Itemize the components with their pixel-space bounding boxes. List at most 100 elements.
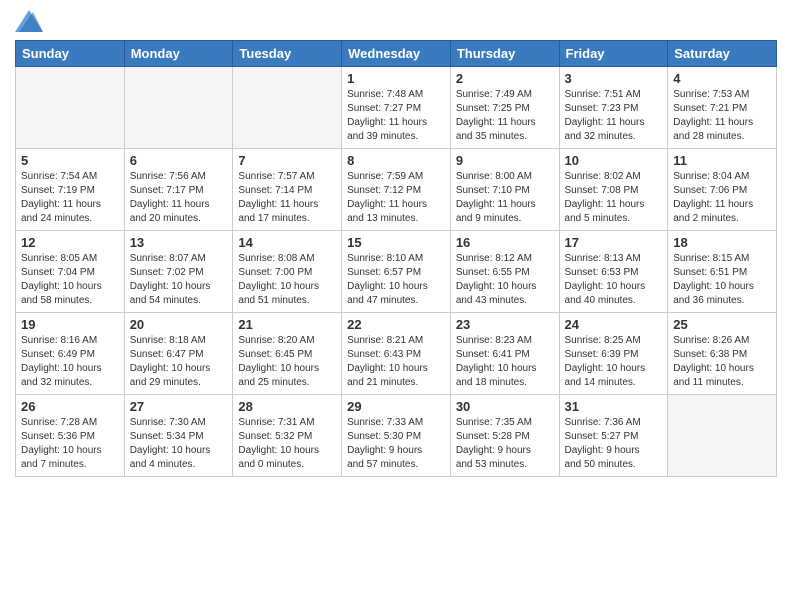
day-info: Sunrise: 7:54 AM Sunset: 7:19 PM Dayligh… [21,170,119,226]
day-info: Sunrise: 8:26 AM Sunset: 6:38 PM Dayligh… [673,334,771,390]
day-info: Sunrise: 8:18 AM Sunset: 6:47 PM Dayligh… [130,334,228,390]
day-info: Sunrise: 8:21 AM Sunset: 6:43 PM Dayligh… [347,334,445,390]
day-info: Sunrise: 8:05 AM Sunset: 7:04 PM Dayligh… [21,252,119,308]
calendar-cell: 17 Sunrise: 8:13 AM Sunset: 6:53 PM Dayli… [559,231,668,313]
day-header-wednesday: Wednesday [342,41,451,67]
calendar-cell: 6 Sunrise: 7:56 AM Sunset: 7:17 PM Daylig… [124,149,233,231]
calendar-week-5: 26Sunrise: 7:28 AM Sunset: 5:36 PM Dayli… [16,395,777,477]
day-number: 27 [130,399,228,414]
calendar-cell: 8Sunrise: 7:59 AM Sunset: 7:12 PM Daylig… [342,149,451,231]
day-info: Sunrise: 8:00 AM Sunset: 7:10 PM Dayligh… [456,170,554,226]
calendar-cell: 29 Sunrise: 7:33 AM Sunset: 5:30 PM Dayli… [342,395,451,477]
day-info: Sunrise: 7:48 AM Sunset: 7:27 PM Dayligh… [347,88,445,144]
day-info: Sunrise: 8:10 AM Sunset: 6:57 PM Dayligh… [347,252,445,308]
day-number: 2 [456,71,554,86]
day-info: Sunrise: 7:53 AM Sunset: 7:21 PM Dayligh… [673,88,771,144]
calendar-cell: 30Sunrise: 7:35 AM Sunset: 5:28 PM Dayli… [450,395,559,477]
calendar-week-1: 1Sunrise: 7:48 AM Sunset: 7:27 PM Daylig… [16,67,777,149]
day-info: Sunrise: 8:12 AM Sunset: 6:55 PM Dayligh… [456,252,554,308]
calendar-table: SundayMondayTuesdayWednesdayThursdayFrid… [15,40,777,477]
calendar-cell: 4 Sunrise: 7:53 AM Sunset: 7:21 PM Daylig… [668,67,777,149]
day-info: Sunrise: 8:16 AM Sunset: 6:49 PM Dayligh… [21,334,119,390]
day-number: 30 [456,399,554,414]
day-number: 20 [130,317,228,332]
day-header-sunday: Sunday [16,41,125,67]
day-header-tuesday: Tuesday [233,41,342,67]
calendar-cell: 3Sunrise: 7:51 AM Sunset: 7:23 PM Daylig… [559,67,668,149]
day-number: 14 [238,235,336,250]
calendar-cell [668,395,777,477]
calendar-cell: 28 Sunrise: 7:31 AM Sunset: 5:32 PM Dayli… [233,395,342,477]
calendar-cell: 16 Sunrise: 8:12 AM Sunset: 6:55 PM Dayli… [450,231,559,313]
day-number: 24 [565,317,663,332]
calendar-cell: 11Sunrise: 8:04 AM Sunset: 7:06 PM Dayli… [668,149,777,231]
day-info: Sunrise: 7:36 AM Sunset: 5:27 PM Dayligh… [565,416,663,472]
day-number: 25 [673,317,771,332]
calendar-cell [124,67,233,149]
day-info: Sunrise: 8:23 AM Sunset: 6:41 PM Dayligh… [456,334,554,390]
day-number: 7 [238,153,336,168]
calendar-cell: 2 Sunrise: 7:49 AM Sunset: 7:25 PM Daylig… [450,67,559,149]
calendar-cell: 5 Sunrise: 7:54 AM Sunset: 7:19 PM Daylig… [16,149,125,231]
calendar-cell: 27Sunrise: 7:30 AM Sunset: 5:34 PM Dayli… [124,395,233,477]
calendar-week-4: 19 Sunrise: 8:16 AM Sunset: 6:49 PM Dayli… [16,313,777,395]
logo-icon [15,10,43,32]
day-number: 10 [565,153,663,168]
logo [15,10,45,32]
calendar-cell: 23 Sunrise: 8:23 AM Sunset: 6:41 PM Dayli… [450,313,559,395]
day-info: Sunrise: 8:02 AM Sunset: 7:08 PM Dayligh… [565,170,663,226]
calendar-cell: 24 Sunrise: 8:25 AM Sunset: 6:39 PM Dayli… [559,313,668,395]
day-header-thursday: Thursday [450,41,559,67]
day-info: Sunrise: 8:13 AM Sunset: 6:53 PM Dayligh… [565,252,663,308]
day-header-saturday: Saturday [668,41,777,67]
day-info: Sunrise: 7:57 AM Sunset: 7:14 PM Dayligh… [238,170,336,226]
day-number: 26 [21,399,119,414]
page: SundayMondayTuesdayWednesdayThursdayFrid… [0,0,792,612]
day-info: Sunrise: 7:56 AM Sunset: 7:17 PM Dayligh… [130,170,228,226]
day-number: 17 [565,235,663,250]
day-number: 6 [130,153,228,168]
day-header-monday: Monday [124,41,233,67]
day-number: 5 [21,153,119,168]
calendar-cell: 19 Sunrise: 8:16 AM Sunset: 6:49 PM Dayli… [16,313,125,395]
day-info: Sunrise: 7:31 AM Sunset: 5:32 PM Dayligh… [238,416,336,472]
calendar-cell: 13 Sunrise: 8:07 AM Sunset: 7:02 PM Dayli… [124,231,233,313]
day-info: Sunrise: 7:49 AM Sunset: 7:25 PM Dayligh… [456,88,554,144]
day-number: 19 [21,317,119,332]
calendar-cell [16,67,125,149]
day-number: 22 [347,317,445,332]
calendar-cell: 14Sunrise: 8:08 AM Sunset: 7:00 PM Dayli… [233,231,342,313]
day-info: Sunrise: 8:07 AM Sunset: 7:02 PM Dayligh… [130,252,228,308]
calendar-cell: 12 Sunrise: 8:05 AM Sunset: 7:04 PM Dayli… [16,231,125,313]
calendar-week-3: 12 Sunrise: 8:05 AM Sunset: 7:04 PM Dayli… [16,231,777,313]
day-number: 15 [347,235,445,250]
day-number: 29 [347,399,445,414]
calendar-cell: 26Sunrise: 7:28 AM Sunset: 5:36 PM Dayli… [16,395,125,477]
calendar-cell: 1Sunrise: 7:48 AM Sunset: 7:27 PM Daylig… [342,67,451,149]
day-info: Sunrise: 8:04 AM Sunset: 7:06 PM Dayligh… [673,170,771,226]
day-number: 31 [565,399,663,414]
calendar-cell: 25 Sunrise: 8:26 AM Sunset: 6:38 PM Dayli… [668,313,777,395]
day-info: Sunrise: 7:59 AM Sunset: 7:12 PM Dayligh… [347,170,445,226]
day-number: 13 [130,235,228,250]
day-info: Sunrise: 7:33 AM Sunset: 5:30 PM Dayligh… [347,416,445,472]
calendar-cell: 20 Sunrise: 8:18 AM Sunset: 6:47 PM Dayli… [124,313,233,395]
day-number: 16 [456,235,554,250]
day-number: 28 [238,399,336,414]
header [15,10,777,32]
calendar-cell [233,67,342,149]
day-info: Sunrise: 8:25 AM Sunset: 6:39 PM Dayligh… [565,334,663,390]
day-number: 21 [238,317,336,332]
calendar-cell: 31 Sunrise: 7:36 AM Sunset: 5:27 PM Dayli… [559,395,668,477]
calendar-cell: 21Sunrise: 8:20 AM Sunset: 6:45 PM Dayli… [233,313,342,395]
day-number: 23 [456,317,554,332]
calendar-cell: 10 Sunrise: 8:02 AM Sunset: 7:08 PM Dayli… [559,149,668,231]
calendar-header-row: SundayMondayTuesdayWednesdayThursdayFrid… [16,41,777,67]
calendar-cell: 9Sunrise: 8:00 AM Sunset: 7:10 PM Daylig… [450,149,559,231]
day-header-friday: Friday [559,41,668,67]
day-number: 4 [673,71,771,86]
day-number: 12 [21,235,119,250]
day-info: Sunrise: 7:51 AM Sunset: 7:23 PM Dayligh… [565,88,663,144]
calendar-cell: 15 Sunrise: 8:10 AM Sunset: 6:57 PM Dayli… [342,231,451,313]
day-number: 18 [673,235,771,250]
